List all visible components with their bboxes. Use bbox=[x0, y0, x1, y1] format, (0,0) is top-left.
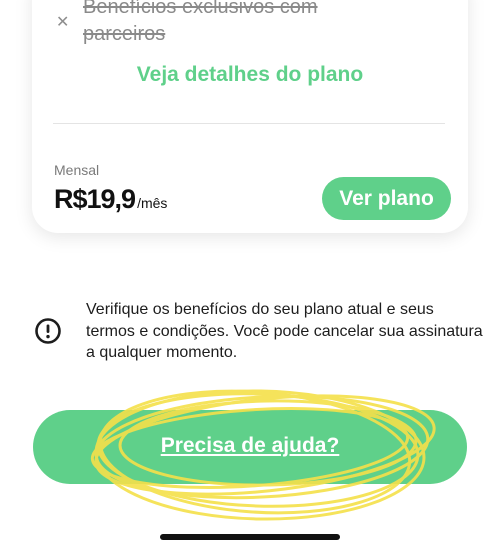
home-indicator bbox=[160, 534, 340, 540]
price: R$19,9/mês bbox=[54, 184, 167, 215]
divider bbox=[53, 123, 445, 124]
help-button-label: Precisa de ajuda? bbox=[160, 434, 340, 457]
period-label: Mensal bbox=[54, 162, 100, 178]
info-circle-icon bbox=[35, 318, 61, 344]
close-icon: ✕ bbox=[56, 14, 70, 31]
info-text: Verifique os benefícios do seu plano atu… bbox=[86, 301, 483, 361]
price-value: R$19,9 bbox=[54, 184, 136, 214]
benefit-text: Benefícios exclusivos com parceiros bbox=[83, 0, 318, 45]
price-unit: /mês bbox=[137, 195, 168, 211]
view-plan-button[interactable]: Ver plano bbox=[322, 177, 451, 220]
plan-details-link[interactable]: Veja detalhes do plano bbox=[0, 63, 500, 87]
help-button[interactable]: Precisa de ajuda? bbox=[33, 410, 467, 484]
